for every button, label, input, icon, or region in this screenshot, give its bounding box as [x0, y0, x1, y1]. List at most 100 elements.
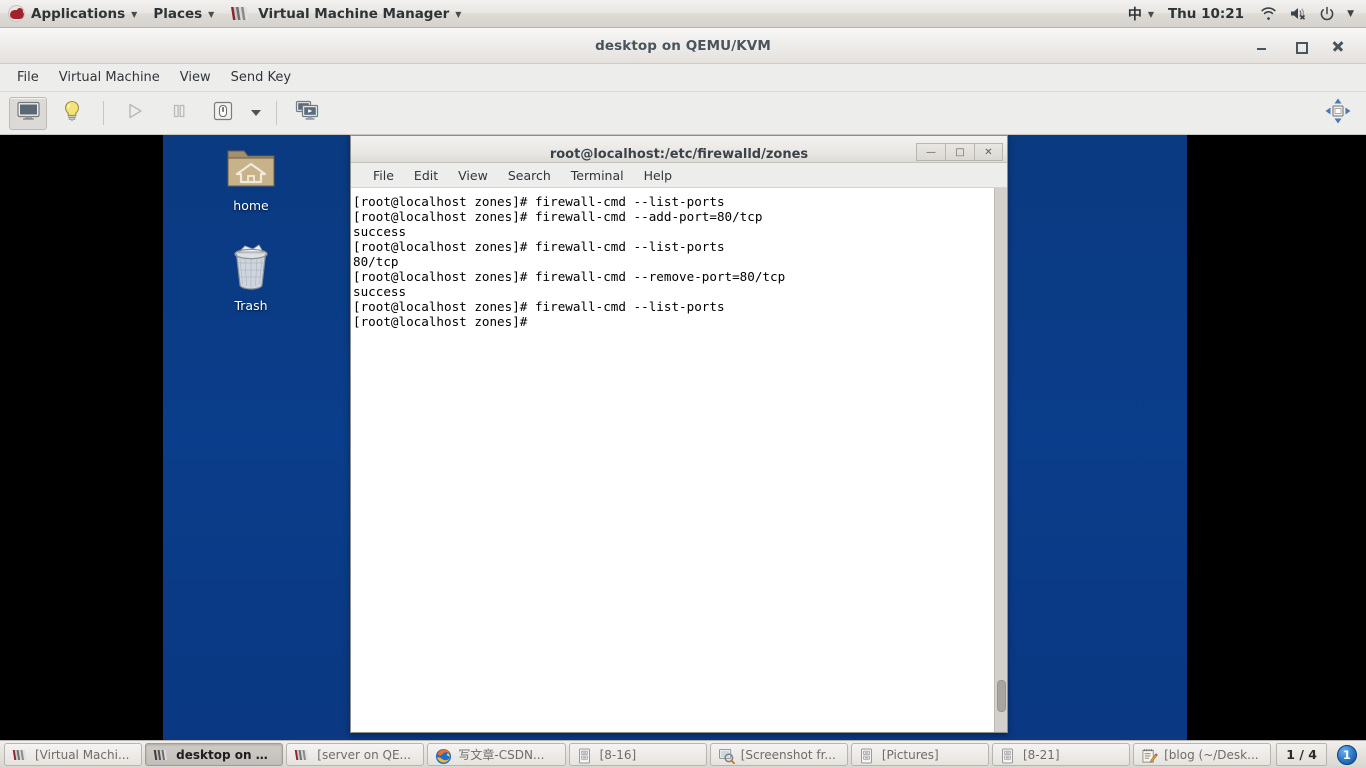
power-switch-icon: [212, 100, 234, 126]
vmm-icon: [230, 5, 252, 22]
desktop-icon-label: Trash: [234, 298, 268, 313]
desktop-icon-home[interactable]: home: [203, 143, 299, 213]
taskbar-item-blog-editor[interactable]: [blog (~/Desk...: [1133, 743, 1272, 766]
desktop-icon-trash[interactable]: Trash: [203, 243, 299, 313]
taskbar-item-virtual-machine-manager[interactable]: [Virtual Machi...: [4, 743, 143, 766]
monitor-icon: [16, 101, 40, 125]
terminal-menu-help[interactable]: Help: [634, 165, 683, 186]
chevron-down-icon: ▼: [455, 10, 462, 19]
terminal-titlebar: root@localhost:/etc/firewalld/zones — □ …: [351, 136, 1007, 163]
notification-badge[interactable]: 1: [1336, 744, 1357, 765]
places-menu[interactable]: Places ▼: [145, 0, 222, 27]
volume-muted-icon[interactable]: [1283, 6, 1313, 21]
toolbar-separator-2: [276, 101, 277, 125]
taskbar-item-label: [Virtual Machi...: [35, 747, 130, 762]
chevron-down-icon: ▼: [208, 10, 215, 19]
taskbar-item-screenshot[interactable]: [Screenshot fr...: [709, 743, 848, 766]
file-manager-icon: [859, 748, 876, 763]
terminal-window-controls: — □ ✕: [916, 143, 1003, 161]
show-graphical-console-button[interactable]: [9, 96, 47, 130]
taskbar-item-pictures[interactable]: [Pictures]: [850, 743, 989, 766]
minimize-button[interactable]: —: [916, 143, 945, 161]
clock[interactable]: Thu 10:21: [1158, 6, 1254, 22]
bottom-taskbar: [Virtual Machi... desktop on Q... [serve…: [0, 740, 1366, 768]
virtual-machine-manager-menu[interactable]: Virtual Machine Manager ▼: [222, 0, 469, 27]
chevron-down-icon: ▼: [1147, 10, 1154, 19]
screen-root: Applications ▼ Places ▼ Virtual Machine …: [0, 0, 1366, 768]
terminal-menu-search[interactable]: Search: [498, 165, 561, 186]
taskbar-item-label: [Pictures]: [881, 747, 939, 762]
taskbar-item-desktop-on-qemu[interactable]: desktop on Q...: [145, 743, 284, 766]
virt-manager-window: desktop on QEMU/KVM File Virtual Machine…: [0, 28, 1366, 740]
menu-send-key[interactable]: Send Key: [222, 66, 300, 89]
vmm-icon: [12, 748, 29, 762]
input-method-indicator[interactable]: 中 ▼: [1124, 0, 1158, 27]
shutdown-vm-button[interactable]: [204, 97, 242, 130]
run-vm-button: [116, 97, 154, 130]
taskbar-item-firefox-csdn[interactable]: 写文章-CSDN...: [427, 743, 566, 766]
terminal-menu-terminal[interactable]: Terminal: [561, 165, 634, 186]
taskbar-item-server-on-qemu[interactable]: [server on QE...: [286, 743, 425, 766]
taskbar-item-label: [Screenshot fr...: [740, 747, 836, 762]
screenshot-icon: [718, 748, 735, 764]
panel-status-area: 中 ▼ Thu 10:21 ▼: [1124, 0, 1366, 27]
terminal-menu-view[interactable]: View: [448, 165, 498, 186]
terminal-output[interactable]: [root@localhost zones]# firewall-cmd --l…: [351, 188, 994, 732]
taskbar-item-label: [8-21]: [1022, 747, 1060, 762]
vm-graphical-console[interactable]: home Trash root@localhost:/etc/firewalld…: [0, 135, 1366, 740]
terminal-menu-edit[interactable]: Edit: [404, 165, 448, 186]
status-menu-chevron-down-icon[interactable]: ▼: [1341, 9, 1360, 19]
shutdown-options-dropdown[interactable]: [245, 97, 267, 130]
close-button[interactable]: [1330, 38, 1346, 54]
text-editor-icon: [1141, 748, 1158, 763]
applications-menu[interactable]: Applications ▼: [0, 0, 145, 27]
terminal-window-title: root@localhost:/etc/firewalld/zones: [549, 147, 809, 162]
vmm-window-title: desktop on QEMU/KVM: [595, 37, 771, 54]
maximize-button[interactable]: [1292, 38, 1308, 54]
redhat-logo-icon: [8, 5, 25, 22]
terminal-menu-file[interactable]: File: [363, 165, 404, 186]
taskbar-item-label: 写文章-CSDN...: [458, 748, 545, 762]
vmm-icon: [294, 748, 311, 762]
menu-file[interactable]: File: [8, 66, 48, 89]
terminal-scrollbar-thumb[interactable]: [997, 680, 1006, 712]
terminal-scrollbar[interactable]: [994, 188, 1007, 732]
taskbar-item-8-21[interactable]: [8-21]: [991, 743, 1131, 766]
taskbar-item-label: [8-16]: [599, 747, 637, 762]
fullscreen-resize-button[interactable]: [1319, 97, 1357, 130]
vmm-window-controls: [1254, 28, 1358, 64]
vmm-icon: [153, 748, 170, 762]
minimize-button[interactable]: [1254, 38, 1270, 54]
gnome-terminal-window[interactable]: root@localhost:/etc/firewalld/zones — □ …: [350, 135, 1008, 733]
maximize-button[interactable]: □: [945, 143, 974, 161]
panel-menu-group: Applications ▼ Places ▼ Virtual Machine …: [0, 0, 469, 27]
trash-can-icon: [225, 244, 277, 294]
toolbar-separator: [103, 101, 104, 125]
lightbulb-icon: [62, 100, 82, 126]
menu-virtual-machine[interactable]: Virtual Machine: [50, 66, 169, 89]
taskbar-item-8-16[interactable]: [8-16]: [568, 743, 707, 766]
manage-snapshots-button[interactable]: [289, 97, 327, 130]
workspace-switcher[interactable]: 1 / 4: [1276, 743, 1327, 766]
power-icon[interactable]: [1313, 6, 1341, 22]
play-icon: [125, 101, 145, 125]
menu-view[interactable]: View: [171, 66, 220, 89]
terminal-menubar: File Edit View Search Terminal Help: [351, 163, 1007, 188]
vmm-toolbar: [0, 92, 1366, 135]
snapshots-icon: [295, 100, 321, 126]
ime-label: 中: [1127, 6, 1142, 23]
applications-menu-label: Applications: [31, 5, 126, 22]
pause-vm-button: [160, 97, 198, 130]
guest-desktop[interactable]: home Trash root@localhost:/etc/firewalld…: [163, 135, 1187, 740]
places-menu-label: Places: [153, 5, 203, 22]
chevron-down-icon: [251, 110, 261, 116]
close-button[interactable]: ✕: [974, 143, 1003, 161]
taskbar-item-label: [blog (~/Desk...: [1164, 747, 1259, 762]
firefox-icon: [435, 748, 452, 764]
file-manager-icon: [1000, 748, 1017, 763]
desktop-icon-label: home: [233, 198, 269, 213]
terminal-body[interactable]: [root@localhost zones]# firewall-cmd --l…: [351, 188, 1007, 732]
home-folder-icon: [225, 150, 277, 194]
wifi-icon[interactable]: [1254, 6, 1283, 21]
show-hardware-details-button[interactable]: [53, 97, 91, 130]
